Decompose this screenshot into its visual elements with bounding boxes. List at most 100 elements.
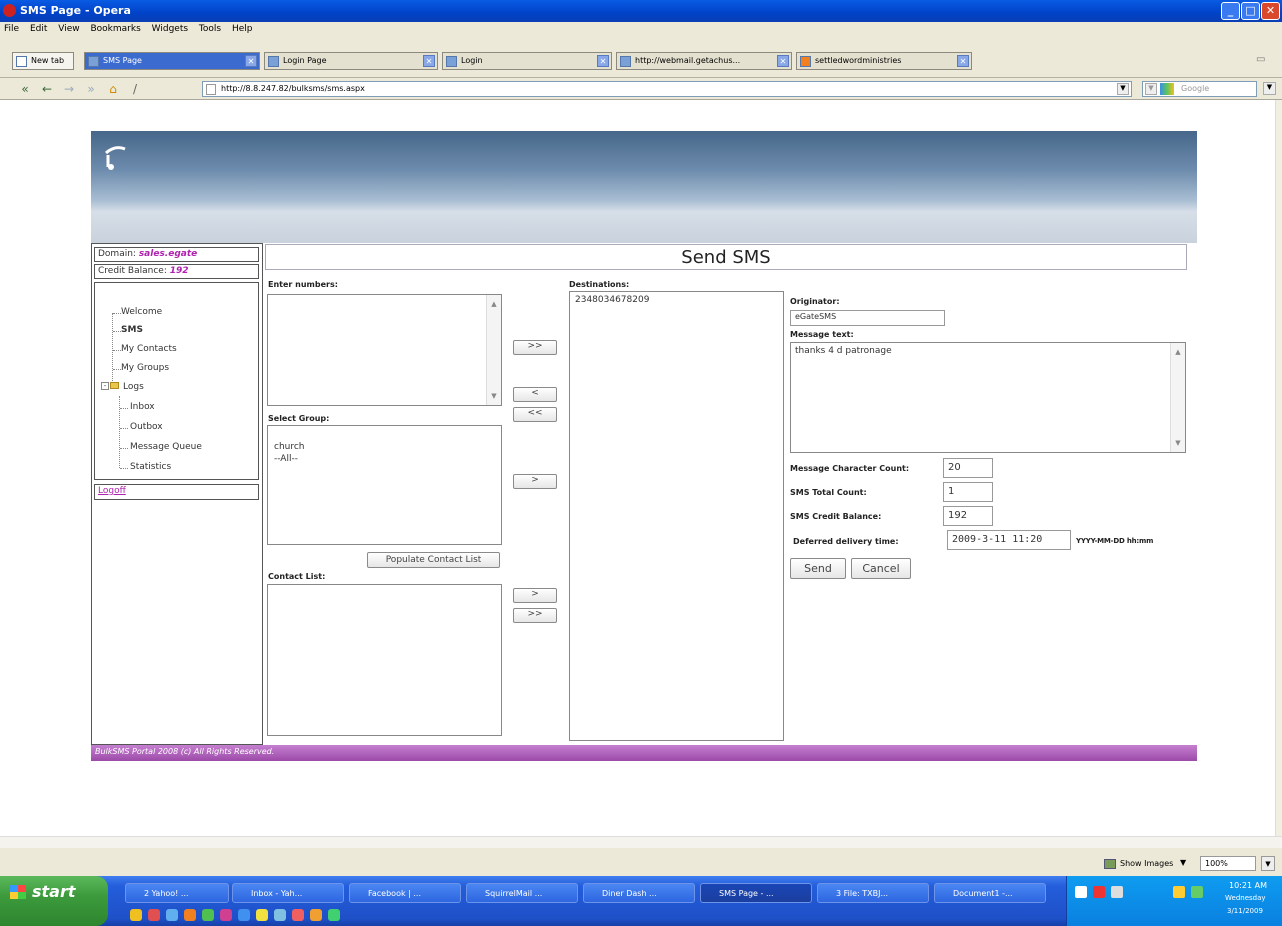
quicklaunch-icon[interactable] [238, 909, 250, 921]
destinations-listbox[interactable]: 2348034678209 [569, 291, 784, 741]
deferred-delivery-input[interactable]: 2009-3-11 11:20 [947, 530, 1071, 550]
send-button[interactable]: Send [790, 558, 846, 579]
back-icon[interactable]: ← [40, 82, 54, 96]
menu-widgets[interactable]: Widgets [152, 24, 188, 34]
group-option[interactable]: church [274, 442, 305, 452]
group-option[interactable]: --All-- [274, 454, 298, 464]
remove-all-destinations-button[interactable]: << [513, 407, 557, 422]
collapse-icon[interactable]: - [101, 382, 109, 390]
zoom-dropdown-icon[interactable]: ▼ [1261, 856, 1275, 871]
quicklaunch-icon[interactable] [148, 909, 160, 921]
cancel-button[interactable]: Cancel [851, 558, 911, 579]
quicklaunch-icon[interactable] [310, 909, 322, 921]
scroll-up-icon[interactable]: ▲ [489, 299, 499, 309]
quicklaunch-icon[interactable] [274, 909, 286, 921]
menu-tools[interactable]: Tools [199, 24, 221, 34]
tab-login-page[interactable]: Login Page ✕ [264, 52, 438, 70]
taskbar-button-inbox[interactable]: Inbox - Yah... [232, 883, 344, 903]
tab-menu-icon[interactable]: ▭ [1256, 54, 1265, 65]
add-numbers-button[interactable]: >> [513, 340, 557, 355]
sidebar-item-inbox[interactable]: Inbox [130, 402, 155, 412]
tray-icon[interactable] [1191, 886, 1203, 898]
menu-bookmarks[interactable]: Bookmarks [90, 24, 140, 34]
menu-file[interactable]: File [4, 24, 19, 34]
message-textarea[interactable]: thanks 4 d patronage ▲ ▼ [790, 342, 1186, 453]
taskbar-button-file[interactable]: 3 File: TXBJ... [817, 883, 929, 903]
forward-icon[interactable]: → [62, 82, 76, 96]
group-listbox[interactable]: church --All-- [267, 425, 502, 545]
contact-listbox[interactable] [267, 584, 502, 736]
textarea-scrollbar[interactable]: ▲ ▼ [486, 295, 501, 405]
scroll-up-icon[interactable]: ▲ [1173, 347, 1183, 357]
search-dropdown-icon[interactable]: ▼ [1263, 82, 1276, 95]
tab-new[interactable]: New tab [12, 52, 74, 70]
destination-item[interactable]: 2348034678209 [575, 295, 649, 305]
sidebar-item-outbox[interactable]: Outbox [130, 422, 163, 432]
close-tab-icon[interactable]: ✕ [245, 55, 257, 67]
quicklaunch-icon[interactable] [130, 909, 142, 921]
dropdown-arrow-icon[interactable]: ▼ [1117, 83, 1129, 95]
quicklaunch-icon[interactable] [256, 909, 268, 921]
horizontal-scrollbar[interactable] [0, 836, 1282, 848]
quicklaunch-icon[interactable] [292, 909, 304, 921]
taskbar-button-diner-dash[interactable]: Diner Dash ... [583, 883, 695, 903]
taskbar-button-sms-page[interactable]: SMS Page - ... [700, 883, 812, 903]
maximize-button[interactable]: □ [1241, 2, 1260, 20]
originator-input[interactable]: eGateSMS [790, 310, 945, 326]
quicklaunch-icon[interactable] [328, 909, 340, 921]
add-contact-button[interactable]: > [513, 588, 557, 603]
add-all-contacts-button[interactable]: >> [513, 608, 557, 623]
close-tab-icon[interactable]: ✕ [423, 55, 435, 67]
scroll-down-icon[interactable]: ▼ [1173, 438, 1183, 448]
quicklaunch-icon[interactable] [184, 909, 196, 921]
populate-contact-list-button[interactable]: Populate Contact List [367, 552, 500, 568]
close-tab-icon[interactable]: ✕ [777, 55, 789, 67]
tray-icon[interactable] [1075, 886, 1087, 898]
remove-destination-button[interactable]: < [513, 387, 557, 402]
zoom-field[interactable]: 100% [1200, 856, 1256, 871]
start-button[interactable]: start [0, 876, 108, 926]
quicklaunch-icon[interactable] [220, 909, 232, 921]
enter-numbers-textarea[interactable]: ▲ ▼ [267, 294, 502, 406]
taskbar-button-document[interactable]: Document1 -... [934, 883, 1046, 903]
sidebar-item-statistics[interactable]: Statistics [130, 462, 171, 472]
textarea-scrollbar[interactable]: ▲ ▼ [1170, 343, 1185, 452]
tray-icon[interactable] [1173, 886, 1185, 898]
tray-icon[interactable] [1093, 886, 1105, 898]
taskbar-button-facebook[interactable]: Facebook | ... [349, 883, 461, 903]
tab-webmail[interactable]: http://webmail.getachus... ✕ [616, 52, 792, 70]
menu-help[interactable]: Help [232, 24, 253, 34]
sidebar-item-my-groups[interactable]: My Groups [121, 363, 169, 373]
show-images-button[interactable]: Show Images [1120, 859, 1173, 868]
quicklaunch-icon[interactable] [166, 909, 178, 921]
menu-edit[interactable]: Edit [30, 24, 47, 34]
search-box[interactable]: ▼ Google [1142, 81, 1257, 97]
add-group-button[interactable]: > [513, 474, 557, 489]
home-icon[interactable]: ⌂ [106, 82, 120, 96]
dropdown-arrow-icon[interactable]: ▼ [1180, 858, 1186, 867]
close-button[interactable]: ✕ [1261, 2, 1280, 20]
edit-icon[interactable]: / [128, 82, 142, 96]
quicklaunch-icon[interactable] [202, 909, 214, 921]
sidebar-item-sms[interactable]: SMS [121, 325, 143, 335]
scroll-down-icon[interactable]: ▼ [489, 391, 499, 401]
tab-settledword[interactable]: settledwordministries ✕ [796, 52, 972, 70]
taskbar-button-yahoo[interactable]: 2 Yahoo! ... [125, 883, 229, 903]
sidebar-item-message-queue[interactable]: Message Queue [130, 442, 202, 452]
address-bar[interactable]: http://8.8.247.82/bulksms/sms.aspx ▼ [202, 81, 1132, 97]
fast-forward-icon[interactable]: » [84, 82, 98, 96]
menu-view[interactable]: View [58, 24, 79, 34]
vertical-scrollbar[interactable] [1275, 100, 1282, 838]
close-tab-icon[interactable]: ✕ [597, 55, 609, 67]
dropdown-arrow-icon[interactable]: ▼ [1145, 83, 1157, 95]
minimize-button[interactable]: _ [1221, 2, 1240, 20]
rewind-icon[interactable]: « [18, 82, 32, 96]
sidebar-item-welcome[interactable]: Welcome [121, 307, 162, 317]
tab-sms-page[interactable]: SMS Page ✕ [84, 52, 260, 70]
tab-login[interactable]: Login ✕ [442, 52, 612, 70]
sidebar-item-logs[interactable]: Logs [123, 382, 144, 392]
taskbar-button-squirrelmail[interactable]: SquirrelMail ... [466, 883, 578, 903]
sidebar-item-my-contacts[interactable]: My Contacts [121, 344, 177, 354]
logoff-link[interactable]: Logoff [94, 484, 259, 500]
close-tab-icon[interactable]: ✕ [957, 55, 969, 67]
